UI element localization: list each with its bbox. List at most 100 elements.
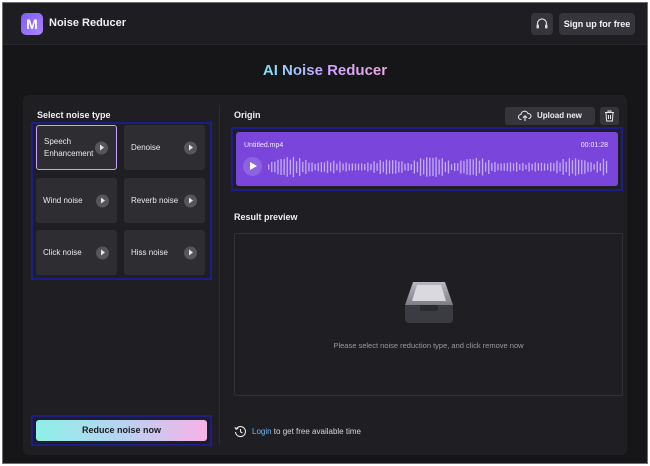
waveform-bar — [416, 161, 419, 173]
play-icon[interactable] — [95, 141, 108, 154]
waveform-bar — [320, 162, 322, 173]
waveform-bar — [550, 162, 552, 172]
waveform-bar — [565, 161, 567, 173]
waveform-bar — [543, 163, 546, 171]
waveform[interactable] — [268, 154, 610, 180]
waveform-bar — [292, 156, 295, 178]
page-title-text: AI Noise Reducer — [262, 62, 388, 79]
waveform-bar — [314, 163, 316, 171]
play-icon[interactable] — [96, 246, 109, 259]
signup-button[interactable]: Sign up for free — [559, 13, 635, 35]
waveform-bar — [559, 162, 561, 172]
waveform-bar — [423, 159, 425, 175]
clock-refresh-icon — [234, 426, 246, 438]
noise-option-click-noise[interactable]: Click noise — [36, 230, 117, 275]
play-icon[interactable] — [184, 246, 197, 259]
waveform-bar — [503, 163, 505, 171]
trash-icon — [605, 110, 614, 122]
waveform-bar — [568, 158, 570, 176]
waveform-bar — [509, 162, 512, 172]
top-bar: M Noise Reducer Sign up for free — [3, 3, 647, 45]
waveform-bar — [475, 158, 477, 176]
waveform-bar — [410, 164, 412, 170]
waveform-bar — [478, 160, 481, 174]
waveform-bar — [308, 162, 310, 172]
waveform-bar — [395, 160, 397, 174]
noise-option-reverb-noise[interactable]: Reverb noise — [124, 178, 205, 223]
waveform-bar — [491, 163, 493, 171]
waveform-bar — [590, 162, 592, 172]
waveform-bar — [413, 160, 415, 174]
waveform-bar — [454, 163, 456, 172]
noise-option-speech-enhancement[interactable]: Speech Enhancement — [36, 125, 117, 170]
headset-icon — [536, 18, 548, 29]
app-logo[interactable]: M — [21, 13, 43, 35]
waveform-bar — [522, 162, 524, 172]
play-icon[interactable] — [243, 157, 262, 176]
waveform-bar — [370, 163, 372, 171]
waveform-bar — [553, 163, 555, 171]
waveform-bar — [382, 161, 384, 173]
waveform-bar — [388, 160, 391, 174]
noise-option-wind-noise[interactable]: Wind noise — [36, 178, 117, 223]
noise-option-denoise[interactable]: Denoise — [124, 125, 205, 170]
waveform-bar — [528, 162, 530, 172]
support-button[interactable] — [531, 13, 553, 35]
noise-option-hiss-noise[interactable]: Hiss noise — [124, 230, 205, 275]
waveform-bar — [605, 160, 608, 174]
noise-option-label: Hiss noise — [131, 247, 168, 257]
play-icon[interactable] — [184, 141, 197, 154]
audio-duration: 00:01:28 — [580, 142, 608, 149]
waveform-bar — [323, 162, 326, 172]
waveform-bar — [385, 159, 388, 175]
waveform-bar — [379, 160, 381, 174]
waveform-bar — [578, 159, 580, 175]
waveform-bar — [277, 159, 279, 175]
waveform-bar — [348, 163, 350, 171]
waveform-bar — [398, 161, 400, 173]
waveform-bar — [596, 161, 598, 173]
waveform-bar — [447, 160, 450, 174]
play-icon[interactable] — [96, 194, 109, 207]
waveform-bar — [516, 162, 518, 172]
upload-new-button[interactable]: Upload new — [505, 107, 595, 125]
waveform-bar — [376, 163, 378, 171]
waveform-bar — [450, 164, 453, 170]
app-window: M Noise Reducer Sign up for free AI Nois… — [2, 2, 648, 464]
waveform-bar — [534, 162, 536, 172]
waveform-bar — [469, 158, 471, 176]
waveform-bar — [299, 158, 301, 177]
panel-divider — [219, 105, 220, 445]
reduce-noise-button[interactable]: Reduce noise now — [36, 420, 207, 441]
delete-button[interactable] — [600, 107, 619, 125]
waveform-bar — [571, 160, 574, 174]
noise-option-label: Reverb noise — [131, 195, 179, 205]
file-name: Untitled.mp4 — [244, 142, 284, 149]
waveform-bar — [268, 164, 270, 170]
waveform-bar — [339, 161, 341, 173]
login-rest-text: to get free available time — [271, 427, 361, 436]
waveform-bar — [305, 160, 307, 174]
waveform-bar — [457, 163, 459, 171]
audio-player: Untitled.mp4 00:01:28 — [236, 132, 618, 186]
waveform-bar — [429, 157, 431, 177]
waveform-bar — [373, 161, 375, 173]
origin-audio-frame: Untitled.mp4 00:01:28 — [231, 127, 623, 191]
waveform-bar — [401, 161, 403, 173]
waveform-bar — [274, 161, 276, 173]
waveform-bar — [602, 158, 605, 176]
waveform-bar — [497, 163, 499, 171]
waveform-bar — [531, 163, 533, 171]
main-panel: Select noise type Speech Enhancement Den… — [23, 95, 627, 455]
waveform-bar — [460, 160, 462, 174]
waveform-bar — [581, 159, 583, 175]
waveform-bar — [404, 163, 406, 171]
login-link[interactable]: Login — [252, 427, 272, 436]
noise-option-label: Click noise — [43, 247, 82, 257]
waveform-bar — [317, 162, 319, 172]
waveform-bar — [271, 161, 273, 173]
play-icon[interactable] — [184, 194, 197, 207]
waveform-bar — [283, 159, 285, 175]
waveform-bar — [435, 157, 437, 177]
waveform-bar — [441, 158, 443, 176]
